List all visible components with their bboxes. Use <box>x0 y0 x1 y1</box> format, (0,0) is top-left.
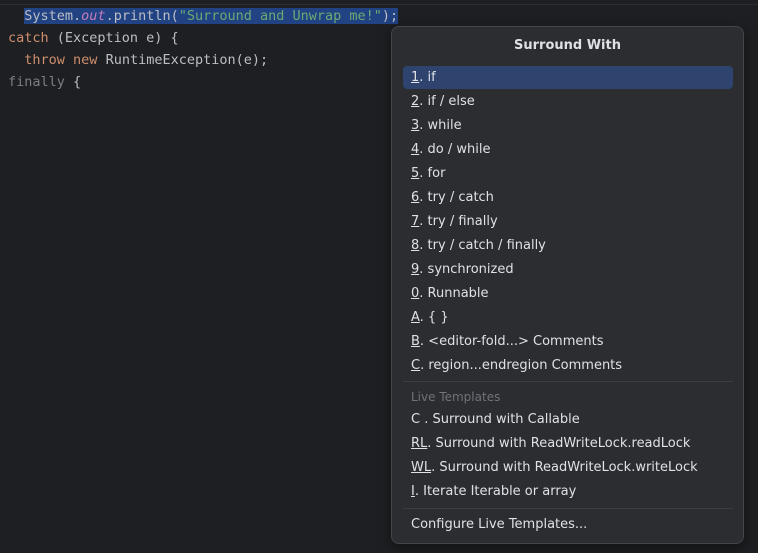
menu-item-surround-callable[interactable]: C . Surround with Callable <box>403 408 733 431</box>
code-text: (Exception e) { <box>48 30 179 46</box>
popup-title: Surround With <box>514 38 621 53</box>
menu-item-if-else[interactable]: 2. if / else <box>403 90 733 113</box>
menu-divider <box>403 381 733 382</box>
keyword-finally: finally <box>8 74 65 90</box>
configure-live-templates-link[interactable]: Configure Live Templates... <box>403 513 733 536</box>
menu-item-while[interactable]: 3. while <box>403 114 733 137</box>
code-line-throw[interactable]: throw new RuntimeException(e); <box>8 49 268 71</box>
keyword-catch: catch <box>8 30 49 46</box>
code-tail: ); <box>381 8 399 24</box>
menu-item-try-catch-finally[interactable]: 8. try / catch / finally <box>403 234 733 257</box>
menu-item-synchronized[interactable]: 9. synchronized <box>403 258 733 281</box>
surround-with-popup: Surround With 1. if 2. if / else 3. whil… <box>391 26 744 544</box>
keyword-new: new <box>73 52 98 68</box>
menu-item-do-while[interactable]: 4. do / while <box>403 138 733 161</box>
menu-item-if[interactable]: 1. if <box>403 66 733 89</box>
menu-item-iterate[interactable]: I. Iterate Iterable or array <box>403 480 733 503</box>
menu-item-for[interactable]: 5. for <box>403 162 733 185</box>
menu-item-writelock[interactable]: WL. Surround with ReadWriteLock.writeLoc… <box>403 456 733 479</box>
code-line-catch[interactable]: catch (Exception e) { <box>8 27 179 49</box>
code-system: System. <box>24 8 82 24</box>
code-text: RuntimeException(e); <box>97 52 269 68</box>
menu-divider-bottom <box>403 508 733 509</box>
code-field-out: out <box>81 8 106 24</box>
menu-item-runnable[interactable]: 0. Runnable <box>403 282 733 305</box>
menu-item-try-finally[interactable]: 7. try / finally <box>403 210 733 233</box>
selected-code[interactable]: System.out.println("Surround and Unwrap … <box>24 8 399 24</box>
menu-item-editor-fold-comments[interactable]: B. <editor-fold...> Comments <box>403 330 733 353</box>
code-method: .println( <box>105 8 179 24</box>
code-text: { <box>64 74 82 90</box>
menu-item-region-comments[interactable]: C. region...endregion Comments <box>403 354 733 377</box>
menu-item-try-catch[interactable]: 6. try / catch <box>403 186 733 209</box>
code-line-finally[interactable]: finally { <box>8 71 81 93</box>
live-templates-heading: Live Templates <box>411 390 501 404</box>
menu-item-braces[interactable]: A. { } <box>403 306 733 329</box>
code-line-println[interactable]: System.out.println("Surround and Unwrap … <box>8 5 399 27</box>
menu-item-readlock[interactable]: RL. Surround with ReadWriteLock.readLock <box>403 432 733 455</box>
keyword-throw: throw <box>24 52 65 68</box>
code-string: "Surround and Unwrap me!" <box>178 8 382 24</box>
